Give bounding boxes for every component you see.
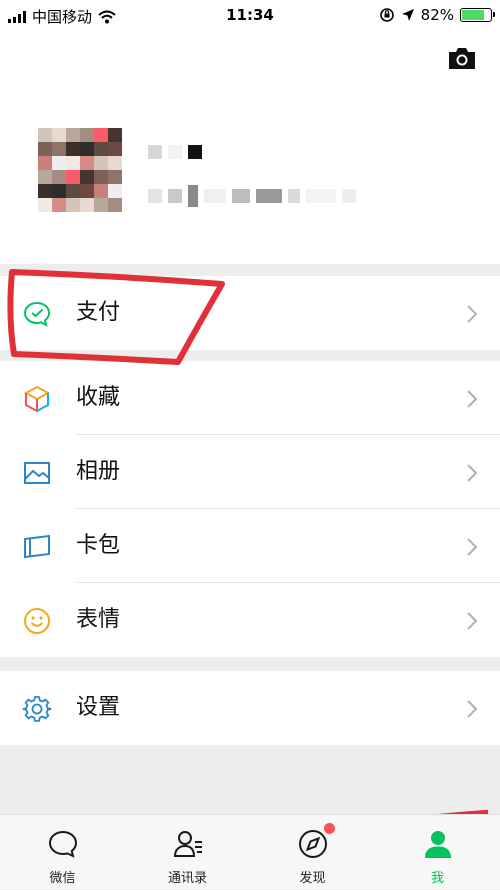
tab-label: 发现 — [299, 871, 326, 886]
tab-discover[interactable]: 发现 — [250, 815, 375, 890]
status-bar: 中国移动 11:34 82% — [0, 0, 500, 30]
menu-item-label: 设置 — [76, 695, 121, 720]
tab-contacts[interactable]: 通讯录 — [125, 815, 250, 890]
profile-header[interactable] — [0, 30, 500, 264]
battery-icon — [460, 8, 495, 22]
menu-item-favorites[interactable]: 收藏 — [0, 361, 500, 435]
location-icon — [401, 9, 414, 21]
menu-item-album[interactable]: 相册 — [0, 435, 500, 509]
chevron-right-icon — [467, 305, 478, 323]
chevron-right-icon — [467, 538, 478, 556]
tab-bar: 微信 通讯录 发现 我 — [0, 814, 500, 889]
chevron-right-icon — [467, 464, 478, 482]
pay-icon — [23, 301, 51, 327]
status-right: 82% — [379, 6, 495, 24]
picture-icon — [24, 462, 50, 484]
tab-label: 通讯录 — [167, 871, 207, 886]
contacts-icon — [173, 831, 202, 857]
rotation-lock-icon — [379, 8, 394, 22]
tab-label: 微信 — [49, 871, 76, 886]
cube-icon — [23, 385, 51, 413]
pay-group: 支付 — [0, 276, 500, 350]
chevron-right-icon — [467, 612, 478, 630]
battery-percent: 82% — [420, 6, 454, 24]
smiley-icon — [24, 608, 50, 634]
profile-name-blurred — [148, 145, 202, 159]
person-icon — [425, 831, 451, 858]
menu-item-cards[interactable]: 卡包 — [0, 509, 500, 583]
menu-item-label: 收藏 — [76, 385, 121, 410]
camera-icon[interactable] — [447, 45, 477, 71]
features-group: 收藏 相册 卡包 表情 — [0, 361, 500, 657]
notification-badge — [324, 823, 335, 834]
menu-item-pay[interactable]: 支付 — [0, 276, 500, 350]
tab-me[interactable]: 我 — [375, 815, 500, 890]
settings-group: 设置 — [0, 671, 500, 745]
compass-icon — [299, 830, 327, 858]
gear-icon — [22, 696, 52, 722]
card-icon — [24, 534, 50, 559]
avatar[interactable] — [38, 128, 122, 212]
menu-item-label: 相册 — [76, 459, 121, 484]
menu-item-settings[interactable]: 设置 — [0, 671, 500, 745]
profile-id-blurred — [148, 185, 356, 207]
menu-item-label: 卡包 — [76, 533, 121, 558]
menu-item-label: 表情 — [76, 607, 121, 632]
chevron-right-icon — [467, 700, 478, 718]
chevron-right-icon — [467, 390, 478, 408]
menu-item-label: 支付 — [76, 300, 121, 325]
menu-item-stickers[interactable]: 表情 — [0, 583, 500, 657]
chat-icon — [48, 830, 78, 858]
tab-label: 我 — [430, 871, 444, 886]
tab-chats[interactable]: 微信 — [0, 815, 125, 890]
